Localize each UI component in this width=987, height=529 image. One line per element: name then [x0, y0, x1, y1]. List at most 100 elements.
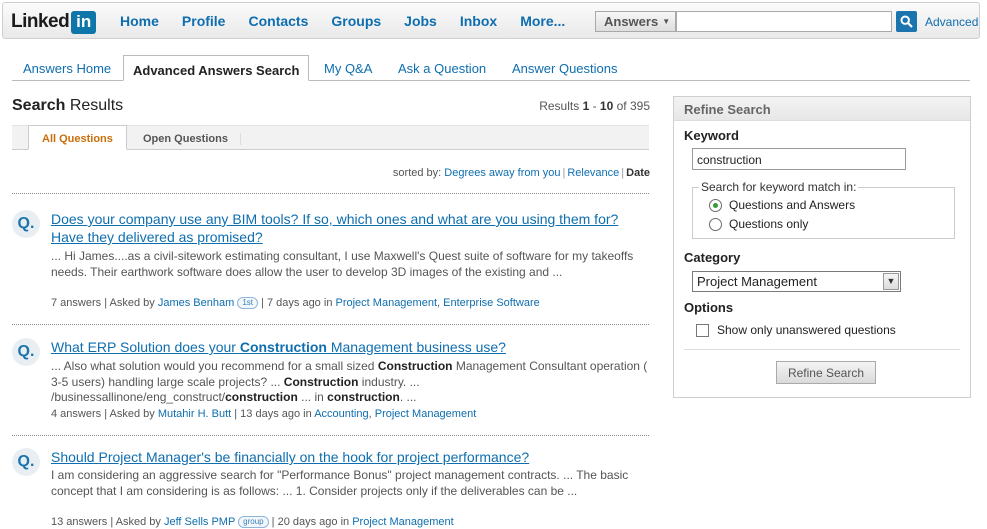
radio-questions-and-answers[interactable]: Questions and Answers — [709, 198, 855, 212]
sort-date-active: Date — [626, 167, 650, 179]
result-snippet: ... Also what solution would you recomme… — [51, 359, 651, 406]
in-label: in — [303, 408, 312, 420]
tab-advanced-answers-search[interactable]: Advanced Answers Search — [123, 55, 310, 81]
title-highlight: Construction — [239, 339, 327, 355]
options-label: Options — [684, 300, 734, 315]
search-scope-select[interactable]: Answers ▼ — [595, 11, 676, 32]
sort-degrees-link[interactable]: Degrees away from you — [444, 167, 560, 179]
question-filter-tabs: All Questions Open Questions — [12, 125, 649, 150]
chevron-down-icon: ▼ — [883, 273, 899, 290]
radio-unselected-icon — [709, 217, 722, 231]
unanswered-only-checkbox[interactable] — [696, 323, 709, 337]
question-icon: Q. — [12, 448, 40, 476]
result-snippet: ... Hi James....as a civil-sitework esti… — [51, 249, 634, 279]
nav-contacts[interactable]: Contacts — [248, 13, 308, 29]
keyword-input[interactable]: construction — [692, 148, 906, 170]
top-navigation-bar: Linked in Home Profile Contacts Groups J… — [2, 2, 980, 39]
group-badge: group — [238, 516, 269, 528]
in-label: in — [323, 297, 333, 309]
result-item: Q. Should Project Manager's be financial… — [12, 448, 649, 529]
snippet-highlight: Construction — [283, 374, 359, 389]
results-count: Results 1 - 10 of 395 — [539, 99, 650, 113]
sort-bar: sorted by: Degrees away from you | Relevan… — [393, 167, 650, 179]
question-icon: Q. — [12, 338, 40, 366]
of-label: of — [613, 99, 630, 113]
match-legend: Search for keyword match in: — [699, 180, 859, 194]
tab-all-questions[interactable]: All Questions — [28, 125, 127, 150]
post-age: 7 days ago — [266, 297, 321, 309]
post-age: 20 days ago — [277, 516, 338, 528]
question-icon: Q. — [12, 210, 40, 238]
snippet-highlight: construction — [327, 390, 400, 404]
nav-profile[interactable]: Profile — [182, 13, 226, 29]
result-meta: 4 answers | Asked by Mutahir H. Butt | 1… — [51, 408, 477, 420]
main-nav: Home Profile Contacts Groups Jobs Inbox … — [120, 13, 588, 29]
count-prefix: Results — [539, 99, 583, 113]
title-rest: Results — [65, 97, 124, 114]
tab-answer-questions[interactable]: Answer Questions — [512, 61, 618, 76]
category-link[interactable]: Enterprise Software — [443, 297, 540, 309]
answer-count: 13 answers — [51, 516, 108, 528]
snippet-part: . ... — [399, 390, 417, 404]
result-item: Q. Does your company use any BIM tools? … — [12, 210, 649, 315]
range-end: 10 — [599, 99, 614, 113]
result-meta: 13 answers | Asked by Jeff Sells PMP gro… — [51, 516, 454, 528]
tab-answers-home[interactable]: Answers Home — [23, 61, 111, 76]
results-total: 395 — [629, 99, 650, 113]
search-input[interactable] — [676, 11, 892, 32]
tab-my-qa[interactable]: My Q&A — [324, 61, 372, 76]
title-bold: Search — [12, 97, 66, 114]
category-link[interactable]: Project Management — [375, 408, 477, 420]
result-title-link[interactable]: Should Project Manager's be financially … — [51, 448, 651, 466]
result-snippet: I am considering an aggressive search fo… — [51, 468, 629, 498]
category-link[interactable]: Project Management — [352, 516, 454, 528]
sort-prefix: sorted by: — [392, 167, 445, 179]
snippet-part: ... in — [297, 390, 328, 404]
snippet-highlight: Construction — [377, 359, 453, 373]
in-label: in — [340, 516, 350, 528]
refine-search-button[interactable]: Refine Search — [776, 361, 876, 384]
author-link[interactable]: Jeff Sells PMP — [164, 516, 235, 528]
advanced-search-link[interactable]: Advanced — [925, 15, 978, 29]
asked-by-label: Asked by — [109, 408, 155, 420]
nav-groups[interactable]: Groups — [331, 13, 381, 29]
logo-linked-text: Linked — [11, 11, 70, 32]
asked-by-label: Asked by — [115, 516, 161, 528]
result-title-link[interactable]: What ERP Solution does your Construction… — [51, 338, 651, 356]
nav-jobs[interactable]: Jobs — [404, 13, 437, 29]
unanswered-only-checkbox-row[interactable]: Show only unanswered questions — [696, 323, 896, 337]
tab-open-questions[interactable]: Open Questions — [143, 133, 241, 145]
nav-more[interactable]: More... — [520, 13, 565, 29]
answers-tab-bar: Answers Home Advanced Answers Search My … — [12, 55, 970, 81]
radio-questions-only[interactable]: Questions only — [709, 217, 808, 231]
nav-inbox[interactable]: Inbox — [460, 13, 497, 29]
refine-heading: Refine Search — [674, 97, 970, 121]
keyword-label: Keyword — [684, 128, 739, 143]
sort-separator: | — [621, 167, 625, 179]
snippet-part: ... Also what solution would you recomme… — [51, 359, 378, 373]
title-part: Management business use? — [326, 339, 506, 355]
category-select[interactable]: Project Management ▼ — [692, 271, 901, 292]
logo-in-box: in — [71, 10, 97, 34]
tab-ask-a-question[interactable]: Ask a Question — [398, 61, 486, 76]
post-age: 13 days ago — [240, 408, 301, 420]
range-sep: - — [589, 99, 600, 113]
author-link[interactable]: Mutahir H. Butt — [158, 408, 231, 420]
sort-relevance-link[interactable]: Relevance — [567, 167, 619, 179]
search-scope-label: Answers — [604, 14, 659, 29]
author-link[interactable]: James Benham — [158, 297, 234, 309]
asked-by-label: Asked by — [109, 297, 155, 309]
category-link[interactable]: Accounting — [314, 408, 368, 420]
answer-count: 7 answers — [51, 297, 102, 309]
answer-count: 4 answers — [51, 408, 102, 420]
result-item: Q. What ERP Solution does your Construct… — [12, 338, 649, 428]
category-link[interactable]: Project Management — [336, 297, 438, 309]
sort-separator: | — [562, 167, 566, 179]
linkedin-logo[interactable]: Linked in — [11, 10, 97, 34]
result-divider — [12, 324, 649, 325]
snippet-highlight: construction — [225, 390, 298, 404]
result-title-link[interactable]: Does your company use any BIM tools? If … — [51, 210, 651, 246]
nav-home[interactable]: Home — [120, 13, 159, 29]
panel-divider — [684, 349, 960, 350]
search-button[interactable] — [896, 11, 917, 32]
